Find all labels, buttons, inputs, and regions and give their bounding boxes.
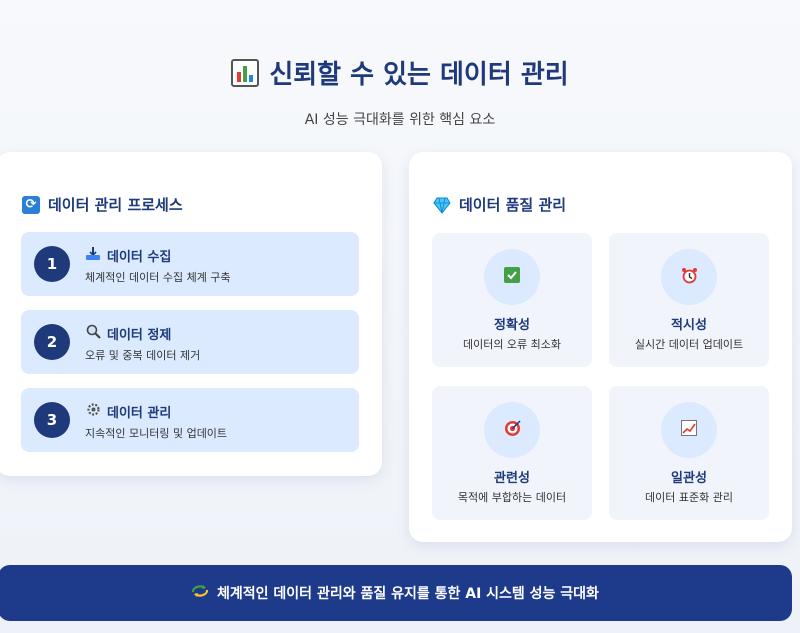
quality-tile-accuracy: 정확성 데이터의 오류 최소화 <box>432 233 592 367</box>
magnifier-icon <box>85 324 101 343</box>
quality-card-title: 데이터 품질 관리 <box>433 194 566 215</box>
step-desc: 지속적인 모니터링 및 업데이트 <box>85 427 228 440</box>
trend-chart-icon <box>681 420 697 440</box>
process-card: ⟳ 데이터 관리 프로세스 1 데이터 수집 체계적인 데이터 수집 체계 구축… <box>0 152 382 476</box>
target-icon <box>504 419 521 441</box>
step-title: 데이터 관리 <box>85 402 171 421</box>
tile-title: 일관성 <box>671 471 707 486</box>
check-mark-icon <box>504 267 520 287</box>
process-step-cleanse: 2 데이터 정제 오류 및 중복 데이터 제거 <box>21 310 359 374</box>
tile-desc: 실시간 데이터 업데이트 <box>634 338 744 351</box>
tile-title: 관련성 <box>494 471 530 486</box>
alarm-clock-icon <box>681 267 698 288</box>
page-subtitle: AI 성능 극대화를 위한 핵심 요소 <box>304 112 496 128</box>
step-number: 3 <box>34 402 70 438</box>
quality-tile-timeliness: 적시성 실시간 데이터 업데이트 <box>609 233 769 367</box>
process-step-collect: 1 데이터 수집 체계적인 데이터 수집 체계 구축 <box>21 232 359 296</box>
gear-icon <box>85 402 101 421</box>
quality-tile-consistency: 일관성 데이터 표준화 관리 <box>609 386 769 520</box>
bar-chart-icon <box>231 58 260 87</box>
step-title: 데이터 수집 <box>85 246 171 265</box>
step-number: 2 <box>34 324 70 360</box>
page-title-row: 신뢰할 수 있는 데이터 관리 <box>0 54 800 91</box>
quality-card: 데이터 품질 관리 정확성 데이터의 오류 최소화 적시성 실시간 데이터 업데… <box>409 152 792 542</box>
process-card-title: ⟳ 데이터 관리 프로세스 <box>22 194 183 215</box>
tile-title: 적시성 <box>671 318 707 333</box>
tile-desc: 목적에 부합하는 데이터 <box>457 491 567 504</box>
tile-desc: 데이터의 오류 최소화 <box>462 338 562 351</box>
quality-tile-relevance: 관련성 목적에 부합하는 데이터 <box>432 386 592 520</box>
recycle-arrows-icon <box>191 584 209 602</box>
inbox-tray-icon <box>85 246 101 265</box>
process-step-manage: 3 데이터 관리 지속적인 모니터링 및 업데이트 <box>21 388 359 452</box>
tile-title: 정확성 <box>494 318 530 333</box>
page-title: 신뢰할 수 있는 데이터 관리 <box>269 60 569 90</box>
gem-icon <box>433 196 451 214</box>
step-number: 1 <box>34 246 70 282</box>
step-title: 데이터 정제 <box>85 324 171 343</box>
tile-desc: 데이터 표준화 관리 <box>645 491 733 504</box>
step-desc: 오류 및 중복 데이터 제거 <box>85 349 201 362</box>
summary-banner: 체계적인 데이터 관리와 품질 유지를 통한 AI 시스템 성능 극대화 <box>0 565 792 621</box>
step-desc: 체계적인 데이터 수집 체계 구축 <box>85 271 231 284</box>
refresh-icon: ⟳ <box>22 195 40 214</box>
banner-text: 체계적인 데이터 관리와 품질 유지를 통한 AI 시스템 성능 극대화 <box>217 586 599 602</box>
process-title-text: 데이터 관리 프로세스 <box>48 196 183 214</box>
page-header: 신뢰할 수 있는 데이터 관리 AI 성능 극대화를 위한 핵심 요소 <box>0 54 800 129</box>
quality-title-text: 데이터 품질 관리 <box>459 196 567 214</box>
